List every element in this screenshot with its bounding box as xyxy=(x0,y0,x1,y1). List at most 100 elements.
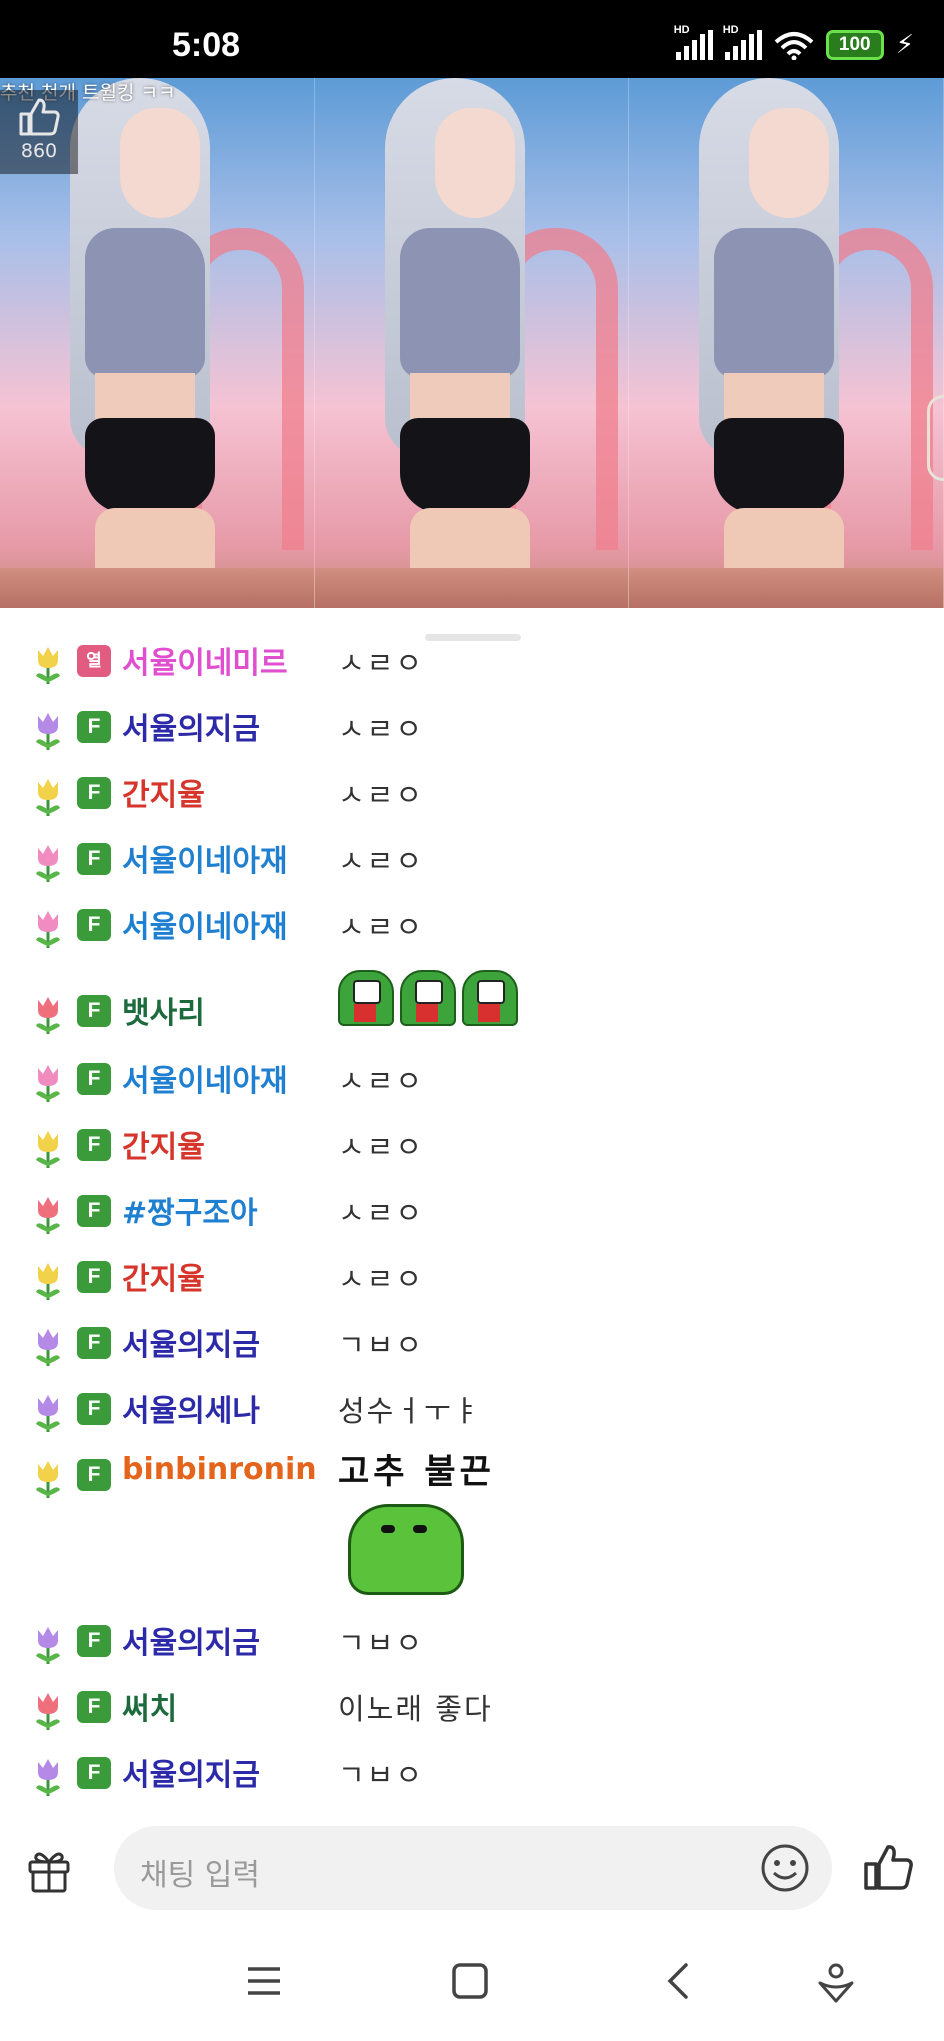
chat-nickname[interactable]: 서율의지금 xyxy=(122,1750,260,1794)
chat-nickname[interactable]: 서율의지금 xyxy=(122,704,260,748)
fan-badge: F xyxy=(77,777,111,809)
tulip-icon xyxy=(36,1065,60,1102)
chat-nickname[interactable]: 간지율 xyxy=(122,770,205,814)
fan-badge: F xyxy=(77,1757,111,1789)
chat-message[interactable]: F 서율이네아재 ㅅㄹㅇ xyxy=(0,894,944,954)
tulip-icon xyxy=(36,1263,60,1300)
video-player[interactable] xyxy=(0,78,944,608)
tulip-icon xyxy=(36,997,60,1034)
chat-nickname[interactable]: 서율이네미르 xyxy=(122,638,288,682)
pepper-sticker-icon xyxy=(348,1504,464,1595)
fan-badge: F xyxy=(77,1195,111,1227)
chat-nickname[interactable]: 서율이네아재 xyxy=(122,1056,288,1100)
chat-message[interactable]: F 뱃사리 xyxy=(0,970,944,1040)
sticker-text: 고추 불끈 xyxy=(338,1452,495,1492)
tulip-icon xyxy=(36,1197,60,1234)
chat-message[interactable]: F 간지율 ㅅㄹㅇ xyxy=(0,762,944,822)
chat-text: ㅅㄹㅇ xyxy=(338,1064,425,1098)
like-count: 860 xyxy=(20,140,58,162)
emoji-icon[interactable] xyxy=(760,1843,810,1893)
chat-text: 성수ㅓㅜㅑ xyxy=(338,1394,482,1428)
status-icons: HD HD 100 ⚡ xyxy=(674,24,914,60)
chat-text: ㄱㅂㅇ xyxy=(338,1328,425,1362)
emoticon-icon xyxy=(338,970,394,1026)
chat-text: ㅅㄹㅇ xyxy=(338,712,425,746)
fan-badge: F xyxy=(77,1393,111,1425)
fan-badge: 열 xyxy=(77,645,111,677)
chat-message[interactable]: F 써치 이노래 좋다 xyxy=(0,1676,944,1736)
network-type: HD xyxy=(722,24,739,36)
chat-text: ㅅㄹㅇ xyxy=(338,778,425,812)
sticker: 고추 불끈 xyxy=(338,1444,498,1595)
chat-nickname[interactable]: 서율이네아재 xyxy=(122,902,288,946)
menu-icon[interactable] xyxy=(244,1961,284,2001)
chat-nickname[interactable]: 뱃사리 xyxy=(122,988,205,1032)
thumbs-up-icon[interactable] xyxy=(862,1842,914,1892)
chat-message[interactable]: F 서율의지금 ㄱㅂㅇ xyxy=(0,1312,944,1372)
chat-message[interactable]: Fbinbinronin 고추 불끈 xyxy=(0,1444,944,1595)
chat-text: ㅅㄹㅇ xyxy=(338,1130,425,1164)
tulip-icon xyxy=(36,1461,60,1498)
chat-text: ㄱㅂㅇ xyxy=(338,1626,425,1660)
tulip-icon xyxy=(36,647,60,684)
chat-input-placeholder: 채팅 입력 xyxy=(140,1858,260,1893)
fan-badge: F xyxy=(77,1063,111,1095)
fan-badge: F xyxy=(77,1129,111,1161)
chat-nickname[interactable]: binbinronin xyxy=(122,1452,317,1487)
tulip-icon xyxy=(36,1759,60,1796)
chat-nickname[interactable]: 간지율 xyxy=(122,1254,205,1298)
like-counter[interactable]: 860 xyxy=(0,90,78,174)
video-frame xyxy=(629,78,944,608)
assistant-icon[interactable] xyxy=(814,1961,858,2005)
chat-nickname[interactable]: 써치 xyxy=(122,1684,177,1728)
tulip-icon xyxy=(36,845,60,882)
tulip-icon xyxy=(36,1395,60,1432)
signal-icon: HD xyxy=(674,24,713,60)
chat-message[interactable]: F 서율이네아재 ㅅㄹㅇ xyxy=(0,828,944,888)
back-icon[interactable] xyxy=(660,1961,700,2001)
chat-nickname[interactable]: 간지율 xyxy=(122,1122,205,1166)
tulip-icon xyxy=(36,779,60,816)
chat-message[interactable]: F 간지율 ㅅㄹㅇ xyxy=(0,1246,944,1306)
gift-icon[interactable] xyxy=(26,1848,72,1894)
chat-nickname[interactable]: 서율의세나 xyxy=(122,1386,260,1430)
tulip-icon xyxy=(36,1627,60,1664)
chat-text: 이노래 좋다 xyxy=(338,1692,493,1726)
network-type: HD xyxy=(673,24,690,36)
status-time: 5:08 xyxy=(172,26,241,64)
charging-icon: ⚡ xyxy=(895,30,914,60)
chat-message[interactable]: F 간지율 ㅅㄹㅇ xyxy=(0,1114,944,1174)
system-nav-bar xyxy=(0,1935,944,2041)
fan-badge: F xyxy=(77,1625,111,1657)
tulip-icon xyxy=(36,1131,60,1168)
chat-nickname[interactable]: 서율이네아재 xyxy=(122,836,288,880)
chat-message[interactable]: F #짱구조아 ㅅㄹㅇ xyxy=(0,1180,944,1240)
emoticon-group xyxy=(338,970,518,1026)
home-icon[interactable] xyxy=(450,1961,490,2001)
tulip-icon xyxy=(36,1693,60,1730)
chat-nickname[interactable]: #짱구조아 xyxy=(122,1188,258,1232)
tulip-icon xyxy=(36,1329,60,1366)
fan-badge: F xyxy=(77,1459,111,1491)
chat-nickname[interactable]: 서율의지금 xyxy=(122,1618,260,1662)
chat-message[interactable]: F 서율의세나 성수ㅓㅜㅑ xyxy=(0,1378,944,1438)
chat-message[interactable]: F 서율이네아재 ㅅㄹㅇ xyxy=(0,1048,944,1108)
chat-message[interactable]: F 서율의지금 ㄱㅂㅇ xyxy=(0,1742,944,1802)
chat-text: ㅅㄹㅇ xyxy=(338,646,425,680)
chat-text: ㄱㅂㅇ xyxy=(338,1758,425,1792)
emoticon-icon xyxy=(400,970,456,1026)
fan-badge: F xyxy=(77,909,111,941)
battery-icon: 100 xyxy=(825,30,884,60)
chat-message[interactable]: F 서율의지금 ㄱㅂㅇ xyxy=(0,1610,944,1670)
chat-text: ㅅㄹㅇ xyxy=(338,1262,425,1296)
chat-message[interactable]: F 서율의지금 ㅅㄹㅇ xyxy=(0,696,944,756)
fan-badge: F xyxy=(77,1691,111,1723)
chat-input[interactable]: 채팅 입력 xyxy=(114,1826,832,1910)
signal-icon: HD xyxy=(723,24,762,60)
chat-text: ㅅㄹㅇ xyxy=(338,1196,425,1230)
fan-badge: F xyxy=(77,1261,111,1293)
thumbs-up-icon xyxy=(19,98,60,136)
chat-message[interactable]: 열 서율이네미르 ㅅㄹㅇ xyxy=(0,630,944,690)
chat-nickname[interactable]: 서율의지금 xyxy=(122,1320,260,1364)
side-panel-handle[interactable] xyxy=(927,395,944,481)
